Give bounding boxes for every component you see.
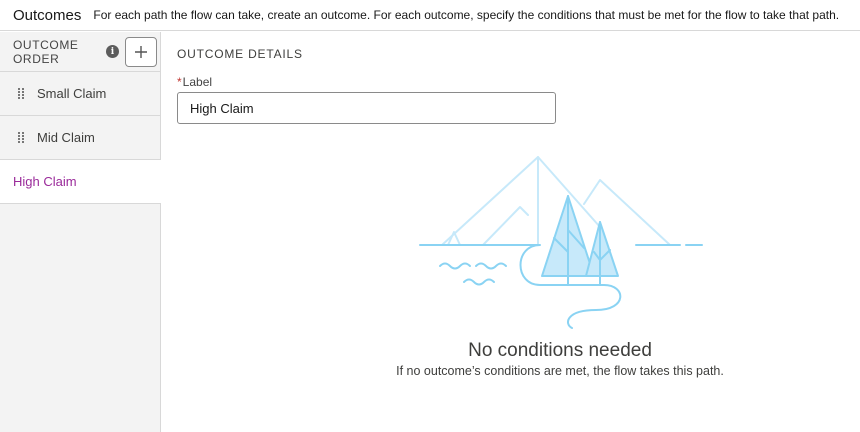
empty-state-title: No conditions needed (468, 340, 652, 361)
outcome-item-mid-claim[interactable]: Mid Claim (0, 116, 160, 160)
info-icon[interactable]: i (106, 45, 119, 58)
drag-handle-icon[interactable] (18, 132, 26, 143)
outcome-order-heading: OUTCOME ORDER (13, 37, 79, 66)
mountains-trees-illustration (419, 156, 703, 329)
label-input[interactable] (177, 92, 556, 124)
outcome-order-sidebar: OUTCOME ORDER i Small Claim Mid Claim Hi… (0, 32, 161, 432)
outcome-item-label: Mid Claim (37, 130, 95, 145)
outcome-item-high-claim[interactable]: High Claim (0, 160, 161, 204)
required-indicator: * (177, 75, 182, 89)
page-title: Outcomes (13, 6, 82, 24)
header: Outcomes For each path the flow can take… (0, 0, 860, 31)
outcome-details-title: OUTCOME DETAILS (177, 47, 303, 61)
outcome-item-small-claim[interactable]: Small Claim (0, 72, 160, 116)
label-field-label: *Label (177, 75, 213, 89)
outcome-details-panel: OUTCOME DETAILS *Label (177, 47, 556, 124)
outcome-order-header: OUTCOME ORDER i (0, 32, 160, 72)
outcome-item-label: High Claim (13, 174, 77, 189)
plus-icon (135, 46, 147, 58)
drag-handle-icon[interactable] (18, 88, 26, 99)
add-outcome-button[interactable] (125, 37, 157, 67)
page-description: For each path the flow can take, create … (93, 8, 840, 22)
outcome-item-label: Small Claim (37, 86, 107, 101)
empty-state-subtitle: If no outcome’s conditions are met, the … (396, 364, 724, 378)
